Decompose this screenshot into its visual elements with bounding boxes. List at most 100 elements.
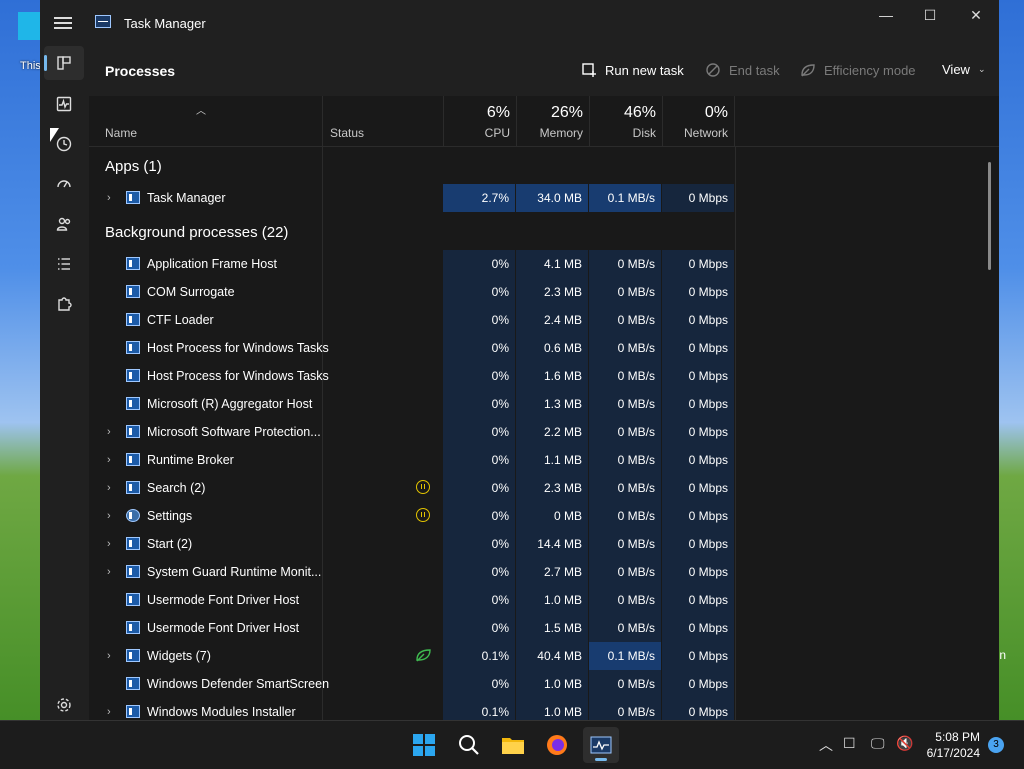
cell-disk: 0 MB/s (589, 250, 661, 278)
start-button[interactable] (406, 727, 442, 763)
expand-chevron-icon[interactable]: › (107, 642, 111, 670)
expand-chevron-icon[interactable]: › (107, 418, 111, 446)
nav-users[interactable] (44, 207, 84, 241)
volume-muted-icon[interactable]: 🔇 (896, 735, 913, 752)
vertical-scrollbar[interactable] (988, 162, 991, 270)
task-manager-taskbar-button[interactable] (583, 727, 619, 763)
column-header-network[interactable]: 0% Network (662, 96, 735, 146)
cell-network: 0 Mbps (662, 184, 734, 212)
nav-processes[interactable] (44, 46, 84, 80)
run-new-task-button[interactable]: Run new task (581, 62, 684, 78)
expand-chevron-icon[interactable]: › (107, 530, 111, 558)
minimize-button[interactable]: — (863, 5, 909, 25)
column-header-row: ︿ Name Status 6% CPU 26% Memory 46% Disk… (89, 96, 999, 147)
process-name: System Guard Runtime Monit... (147, 565, 322, 579)
process-row[interactable]: › Settings 0% 0 MB 0 MB/s 0 Mbps (89, 502, 999, 530)
show-hidden-icons-chevron-icon[interactable]: ︿ (819, 735, 833, 755)
close-button[interactable]: ✕ (953, 5, 999, 25)
clock-date: 6/17/2024 (926, 746, 980, 760)
expand-chevron-icon[interactable]: › (107, 474, 111, 502)
column-header-memory[interactable]: 26% Memory (516, 96, 589, 146)
firefox-button[interactable] (539, 727, 575, 763)
process-row[interactable]: Microsoft (R) Aggregator Host 0% 1.3 MB 0 M… (89, 390, 999, 418)
process-name: COM Surrogate (147, 285, 235, 299)
cell-disk: 0 MB/s (589, 278, 661, 306)
taskbar-clock[interactable]: 5:08 PM 6/17/2024 (927, 729, 980, 761)
cell-disk: 0 MB/s (589, 502, 661, 530)
cell-memory: 2.2 MB (516, 418, 588, 446)
group-header-background[interactable]: Background processes (22) (105, 224, 288, 241)
memory-total-percent: 26% (550, 104, 583, 121)
efficiency-mode-button[interactable]: Efficiency mode (800, 62, 916, 78)
process-row[interactable]: › Windows Modules Installer 0.1% 1.0 MB 0 MB… (89, 698, 999, 720)
process-row[interactable]: Host Process for Windows Tasks 0% 0.6 MB 0 … (89, 334, 999, 362)
tray-app-icon[interactable]: ☐ (843, 735, 856, 752)
process-row[interactable]: COM Surrogate 0% 2.3 MB 0 MB/s 0 Mbps (89, 278, 999, 306)
process-row[interactable]: Host Process for Windows Tasks 0% 1.6 MB 0 … (89, 362, 999, 390)
column-header-disk[interactable]: 46% Disk (589, 96, 662, 146)
hamburger-menu-icon[interactable] (54, 14, 72, 30)
column-header-cpu[interactable]: 6% CPU (443, 96, 516, 146)
process-row[interactable]: CTF Loader 0% 2.4 MB 0 MB/s 0 Mbps (89, 306, 999, 334)
process-row[interactable]: › Task Manager 2.7% 34.0 MB 0.1 MB/s 0 Mbps (89, 184, 999, 212)
column-header-name[interactable]: Name (105, 126, 137, 140)
expand-chevron-icon[interactable]: › (107, 184, 111, 212)
process-row[interactable]: › System Guard Runtime Monit... 0% 2.7 MB 0 … (89, 558, 999, 586)
nav-performance[interactable] (44, 87, 84, 121)
cell-memory: 1.3 MB (516, 390, 588, 418)
process-row[interactable]: › Search (2) 0% 2.3 MB 0 MB/s 0 Mbps (89, 474, 999, 502)
view-menu-button[interactable]: View ⌄ (942, 62, 986, 77)
task-manager-window: Task Manager — ☐ ✕ Processes Run new tas… (40, 0, 999, 720)
nav-services[interactable] (44, 287, 84, 321)
process-icon (126, 705, 140, 718)
cell-memory: 2.7 MB (516, 558, 588, 586)
cell-network: 0 Mbps (662, 446, 734, 474)
search-button[interactable] (451, 727, 487, 763)
process-name: Host Process for Windows Tasks (147, 369, 329, 383)
expand-chevron-icon[interactable]: › (107, 502, 111, 530)
process-row[interactable]: › Start (2) 0% 14.4 MB 0 MB/s 0 Mbps (89, 530, 999, 558)
column-header-status[interactable]: Status (322, 96, 443, 146)
process-row[interactable]: Usermode Font Driver Host 0% 1.5 MB 0 MB/s 0… (89, 614, 999, 642)
end-task-icon (706, 63, 720, 77)
process-row[interactable]: › Microsoft Software Protection... 0% 2.2 M… (89, 418, 999, 446)
end-task-button[interactable]: End task (705, 62, 780, 78)
cell-memory: 40.4 MB (516, 642, 588, 670)
services-puzzle-icon (58, 297, 72, 311)
process-icon (126, 257, 140, 270)
expand-chevron-icon[interactable]: › (107, 446, 111, 474)
settings-gear-icon (126, 509, 140, 522)
notification-badge[interactable]: 3 (988, 737, 1004, 753)
expand-chevron-icon[interactable]: › (107, 558, 111, 586)
cell-network: 0 Mbps (662, 558, 734, 586)
process-row[interactable]: › Runtime Broker 0% 1.1 MB 0 MB/s 0 Mbps (89, 446, 999, 474)
process-name: Windows Defender SmartScreen (147, 677, 330, 691)
processes-icon (57, 56, 71, 70)
efficiency-leaf-icon (801, 64, 815, 77)
network-total-percent: 0% (704, 104, 728, 121)
nav-settings[interactable] (44, 688, 84, 720)
process-row[interactable]: Windows Defender SmartScreen 0% 1.0 MB 0 MB… (89, 670, 999, 698)
process-icon (126, 537, 140, 550)
group-header-apps[interactable]: Apps (1) (105, 158, 162, 175)
cell-memory: 1.0 MB (516, 698, 588, 720)
cell-cpu: 0.1% (443, 642, 515, 670)
network-icon[interactable]: 🖵 (871, 735, 885, 752)
nav-sidebar (40, 46, 88, 720)
expand-chevron-icon[interactable]: › (107, 698, 111, 720)
cell-disk: 0 MB/s (589, 306, 661, 334)
cell-memory: 1.1 MB (516, 446, 588, 474)
process-name: CTF Loader (147, 313, 214, 327)
nav-details[interactable] (44, 247, 84, 281)
nav-startup-apps[interactable] (44, 167, 84, 201)
file-explorer-button[interactable] (495, 727, 531, 763)
process-icon (126, 481, 140, 494)
process-name: Application Frame Host (147, 257, 277, 271)
process-row[interactable]: Usermode Font Driver Host 0% 1.0 MB 0 MB/s 0… (89, 586, 999, 614)
maximize-button[interactable]: ☐ (907, 5, 953, 25)
sort-up-icon[interactable]: ︿ (196, 102, 206, 117)
process-row[interactable]: Application Frame Host 0% 4.1 MB 0 MB/s 0 Mb… (89, 250, 999, 278)
process-name: Microsoft Software Protection... (147, 425, 321, 439)
desktop-icon-this-pc[interactable] (18, 12, 40, 40)
process-row[interactable]: › Widgets (7) 0.1% 40.4 MB 0.1 MB/s 0 Mbps (89, 642, 999, 670)
